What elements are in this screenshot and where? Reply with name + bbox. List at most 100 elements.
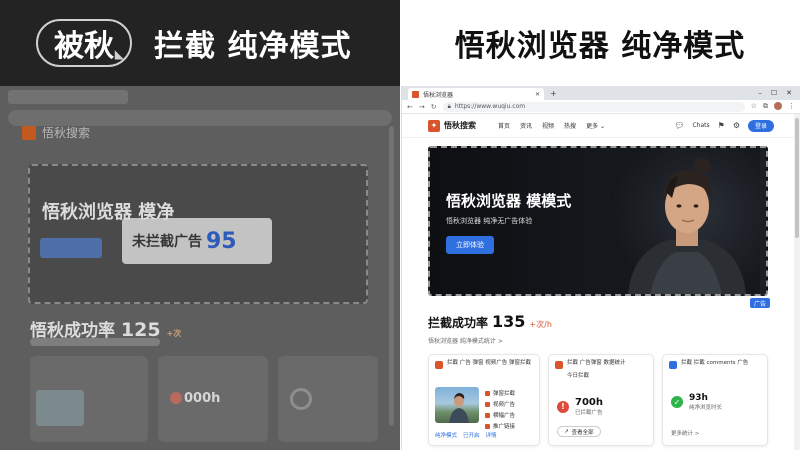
extensions-icon[interactable]: ⧉ (763, 102, 768, 111)
corner-arrow-icon: ◣ (114, 47, 124, 61)
reload-icon[interactable]: ↻ (431, 103, 437, 111)
card-footer: 纯净模式 已开启 详情 (435, 431, 497, 439)
star-icon[interactable]: ☆ (751, 102, 757, 111)
card-header: 拦截 拦截 comments 广告 (663, 355, 767, 369)
favicon-icon (412, 90, 419, 98)
hero-title: 悟秋浏览器 模模式 (446, 192, 572, 210)
brand-logo: 被秋 ◣ (36, 19, 132, 67)
nav-link-hot[interactable]: 热搜 (564, 121, 576, 130)
list-item: 弹窗拦截 (485, 389, 515, 397)
ghost-subtitle (30, 338, 160, 346)
window-controls: – ☐ ✕ (758, 89, 800, 97)
lock-icon: 🔒︎ (447, 102, 451, 110)
nav-link-more[interactable]: 更多 ⌄ (586, 121, 605, 130)
check-icon: ✓ (671, 396, 683, 408)
ghost-rate-unit: +次 (166, 329, 182, 338)
toolbar-icons: ☆ ⧉ ⋮ (751, 102, 795, 111)
dimmed-browser-panel: 悟秋搜索 悟秋浏览器 模净 未拦截广告 95 悟秋成功率 125 +次 000h (0, 86, 400, 450)
feature-card-popup[interactable]: 拦截 广告 弹窗 视频广告 弹窗拦截 弹窗拦截 视频广告 横幅广告 推广链接 纯… (428, 354, 540, 446)
ghost-ad-label: 未拦截广告 95 (122, 218, 272, 264)
back-icon[interactable]: ← (407, 103, 413, 111)
ghost-thumbnail (36, 390, 84, 426)
ghost-brand-icon (22, 125, 36, 140)
card-stat-label: 已拦截广告 (575, 410, 603, 416)
profile-avatar[interactable] (774, 102, 782, 110)
card-title: 拦截 拦截 comments 广告 (681, 360, 749, 366)
nav-link-home[interactable]: 首页 (498, 121, 510, 130)
card-stat-value: 700h (575, 397, 603, 408)
page-scrollbar[interactable] (794, 114, 800, 450)
headline-left-band: 被秋 ◣ 拦截 纯净模式 (0, 0, 400, 86)
close-tab-icon[interactable]: ✕ (535, 91, 540, 98)
feature-card-time[interactable]: 拦截 拦截 comments 广告 ✓ 93h 纯净浏览时长 更多统计 > (662, 354, 768, 446)
tab-strip: 悟秋浏览器 ✕ + – ☐ ✕ (402, 86, 800, 100)
card-title: 拦截 广告 弹窗 视频广告 弹窗拦截 (447, 360, 531, 366)
card-header: 拦截 广告弹窗 数据统计 (549, 355, 653, 369)
ad-badge[interactable]: 广告 (750, 298, 771, 308)
settings-icon[interactable]: ⚙ (733, 121, 740, 130)
card-stat-value: 93h (689, 393, 708, 403)
nav-link-news[interactable]: 资讯 (520, 121, 532, 130)
arrow-right-icon: ↗ (564, 428, 569, 435)
ghost-hero-button (40, 238, 102, 258)
block-rate: 拦截成功率 135 +次/h (428, 312, 552, 331)
warning-icon: ! (557, 400, 569, 413)
nav-link-video[interactable]: 视频 (542, 121, 554, 130)
site-brand[interactable]: ✦ 悟秋搜索 (428, 119, 476, 132)
browser-window: 悟秋浏览器 ✕ + – ☐ ✕ ← → ↻ 🔒︎ https://www.wuq… (401, 86, 800, 450)
block-rate-label: 拦截成功率 (428, 316, 489, 330)
list-bullet-icon (485, 423, 490, 429)
login-button[interactable]: 登录 (747, 119, 774, 132)
address-url: https://www.wuqiu.com (454, 103, 526, 110)
card-subtitle: 今日拦截 (567, 373, 590, 379)
card-badge-icon (669, 361, 677, 369)
hero-subtitle: 悟秋浏览器 纯净无广告体验 (446, 217, 533, 225)
view-all-button[interactable]: ↗ 查看全部 (557, 426, 601, 437)
address-bar[interactable]: 🔒︎ https://www.wuqiu.com (442, 101, 745, 112)
card-stat: ✓ 93h 纯净浏览时长 (671, 393, 722, 411)
minimize-icon[interactable]: – (758, 89, 762, 97)
list-item-label: 推广链接 (493, 424, 516, 430)
card-thumbnail-image (435, 387, 479, 423)
card-footer-link[interactable]: 已开启 (463, 431, 480, 439)
list-item: 视频广告 (485, 400, 515, 408)
chat-icon[interactable]: 💬︎ (674, 121, 684, 130)
card-stat-label: 纯净浏览时长 (689, 405, 723, 411)
chats-link[interactable]: Chats (692, 122, 709, 129)
site-header: ✦ 悟秋搜索 首页 资讯 视频 热搜 更多 ⌄ 💬︎ Chats ⚑ ⚙ 登录 (402, 114, 800, 138)
block-rate-unit: +次/h (529, 320, 552, 329)
ghost-scrollbar (389, 126, 394, 426)
tab-title: 悟秋浏览器 (423, 91, 454, 99)
list-bullet-icon (485, 401, 490, 407)
notification-icon[interactable]: ⚑ (718, 121, 725, 130)
ghost-ad-label-text: 未拦截广告 (132, 234, 202, 250)
ghost-card-num: 000h (184, 391, 221, 406)
block-rate-subtitle[interactable]: 悟秋浏览器 纯净模式统计 > (428, 336, 503, 345)
hero-cta-button[interactable]: 立即体验 (446, 236, 494, 254)
ghost-brand-name: 悟秋搜索 (42, 126, 91, 140)
list-item: 推广链接 (485, 422, 515, 430)
close-window-icon[interactable]: ✕ (786, 89, 792, 97)
ghost-brand: 悟秋搜索 (22, 124, 90, 141)
browser-toolbar: ← → ↻ 🔒︎ https://www.wuqiu.com ☆ ⧉ ⋮ (402, 100, 800, 114)
forward-icon[interactable]: → (419, 103, 425, 111)
hero-banner: 悟秋浏览器 模模式 悟秋浏览器 纯净无广告体验 立即体验 (428, 146, 768, 296)
card-footer-link[interactable]: 纯净模式 (435, 431, 457, 439)
ghost-ring-icon (290, 388, 312, 410)
card-stat: ! 700h 已拦截广告 (557, 397, 603, 416)
brand-logo-icon: ✦ (428, 119, 440, 132)
block-rate-value: 135 (492, 312, 526, 331)
card-footer-link[interactable]: 更多统计 > (671, 429, 699, 437)
headline-left-text: 拦截 纯净模式 (154, 29, 352, 64)
brand-logo-text: 被秋 (54, 29, 114, 64)
card-footer-link[interactable]: 详情 (486, 431, 497, 439)
card-title: 拦截 广告弹窗 数据统计 (567, 360, 626, 366)
feature-card-stats[interactable]: 拦截 广告弹窗 数据统计 今日拦截 ! 700h 已拦截广告 ↗ 查看全部 (548, 354, 654, 446)
brand-name: 悟秋搜索 (444, 121, 476, 130)
browser-tab[interactable]: 悟秋浏览器 ✕ (408, 88, 544, 100)
menu-icon[interactable]: ⋮ (788, 102, 795, 111)
new-tab-icon[interactable]: + (550, 89, 557, 98)
scrollbar-thumb[interactable] (795, 118, 799, 238)
ghost-ad-label-num: 95 (206, 228, 237, 254)
maximize-icon[interactable]: ☐ (771, 89, 777, 97)
